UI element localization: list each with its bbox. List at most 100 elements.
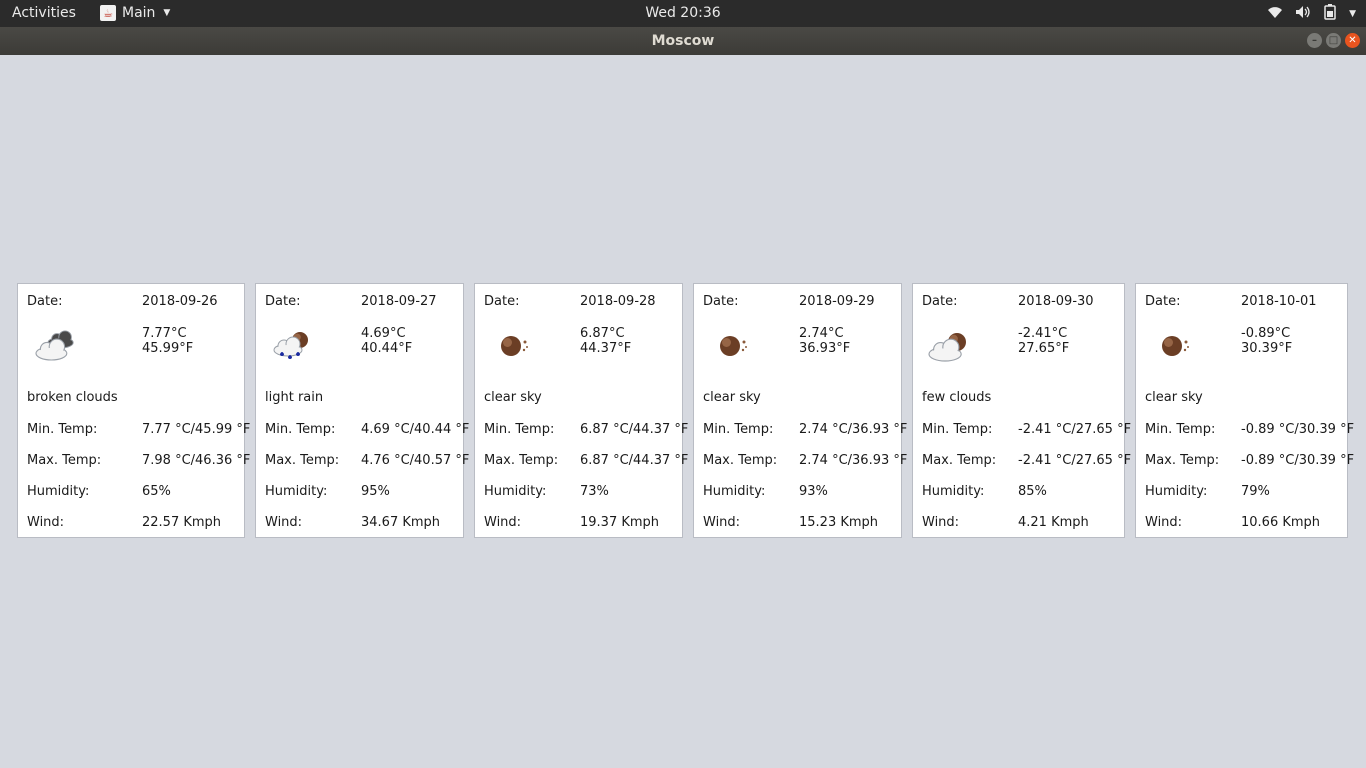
- max-temp-value: 7.98 °C/46.36 °F: [142, 453, 251, 468]
- activities-button[interactable]: Activities: [12, 5, 76, 21]
- date-value: 2018-09-30: [1018, 294, 1094, 309]
- minimize-button[interactable]: –: [1307, 33, 1322, 48]
- weather-description: clear sky: [1145, 390, 1203, 405]
- forecast-row-date: Date: 2018-09-28: [484, 294, 678, 310]
- date-value: 2018-09-28: [580, 294, 656, 309]
- forecast-row-max-temp: Max. Temp: 6.87 °C/44.37 °F: [484, 453, 688, 469]
- forecast-row-min-temp: Min. Temp: -0.89 °C/30.39 °F: [1145, 422, 1354, 438]
- broken-clouds-icon: [32, 326, 80, 364]
- clock[interactable]: Wed 20:36: [0, 5, 1366, 21]
- wind-label: Wind:: [484, 515, 522, 530]
- temperature-fahrenheit: 44.37°F: [580, 341, 632, 356]
- min-temp-label: Min. Temp:: [922, 422, 993, 437]
- temperature-celsius: -2.41°C: [1018, 326, 1068, 341]
- date-value: 2018-09-27: [361, 294, 437, 309]
- forecast-row-humidity: Humidity: 95%: [265, 484, 459, 500]
- current-temperature: -2.41°C 27.65°F: [1018, 326, 1069, 356]
- forecast-card: Date: 2018-09-26 Min. Temp: 7.77 °C/45.99 °…: [17, 283, 250, 538]
- wind-label: Wind:: [265, 515, 303, 530]
- forecast-row-max-temp: Max. Temp: 7.98 °C/46.36 °F: [27, 453, 250, 469]
- max-temp-value: 6.87 °C/44.37 °F: [580, 453, 689, 468]
- max-temp-label: Max. Temp:: [265, 453, 340, 468]
- wind-label: Wind:: [27, 515, 65, 530]
- forecast-card: Date: 2018-09-29 Min. Temp: 2.74 °C/36.93 °…: [693, 283, 907, 538]
- humidity-value: 85%: [1018, 484, 1047, 499]
- volume-icon: [1295, 5, 1311, 23]
- current-temperature: 6.87°C 44.37°F: [580, 326, 631, 356]
- current-temperature: -0.89°C 30.39°F: [1241, 326, 1292, 356]
- max-temp-value: -0.89 °C/30.39 °F: [1241, 453, 1355, 468]
- forecast-row-min-temp: Min. Temp: 4.69 °C/40.44 °F: [265, 422, 469, 438]
- forecast-row-date: Date: 2018-09-29: [703, 294, 897, 310]
- min-temp-label: Min. Temp:: [484, 422, 555, 437]
- forecast-row-date: Date: 2018-10-01: [1145, 294, 1343, 310]
- max-temp-label: Max. Temp:: [484, 453, 559, 468]
- min-temp-value: -0.89 °C/30.39 °F: [1241, 422, 1355, 437]
- weather-description: broken clouds: [27, 390, 118, 405]
- wind-value: 15.23 Kmph: [799, 515, 879, 530]
- java-app-icon: ☕: [100, 5, 116, 21]
- temperature-fahrenheit: 36.93°F: [799, 341, 851, 356]
- max-temp-label: Max. Temp:: [703, 453, 778, 468]
- window-title-bar[interactable]: Moscow – □ ✕: [0, 27, 1366, 55]
- forecast-row-date: Date: 2018-09-26: [27, 294, 240, 310]
- wifi-icon: [1267, 5, 1283, 23]
- humidity-label: Humidity:: [27, 484, 90, 499]
- min-temp-value: 4.69 °C/40.44 °F: [361, 422, 470, 437]
- system-menu-chevron-icon: ▼: [1349, 9, 1356, 19]
- temperature-celsius: 6.87°C: [580, 326, 625, 341]
- app-menu[interactable]: ☕ Main ▼: [100, 5, 170, 21]
- forecast-card: Date: 2018-09-30 Min. Temp: -2.41 °C/27.65 …: [912, 283, 1131, 538]
- max-temp-label: Max. Temp:: [27, 453, 102, 468]
- forecast-row-humidity: Humidity: 93%: [703, 484, 897, 500]
- humidity-value: 79%: [1241, 484, 1270, 499]
- forecast-card: Date: 2018-10-01 Min. Temp: -0.89 °C/30.39 …: [1135, 283, 1354, 538]
- wind-value: 19.37 Kmph: [580, 515, 660, 530]
- min-temp-label: Min. Temp:: [703, 422, 774, 437]
- window-title: Moscow: [651, 33, 715, 49]
- date-label: Date:: [484, 294, 520, 309]
- few-clouds-night-icon: [927, 326, 975, 364]
- wind-label: Wind:: [922, 515, 960, 530]
- humidity-label: Humidity:: [922, 484, 985, 499]
- humidity-label: Humidity:: [703, 484, 766, 499]
- humidity-value: 65%: [142, 484, 171, 499]
- min-temp-label: Min. Temp:: [27, 422, 98, 437]
- forecast-row-wind: Wind: 10.66 Kmph: [1145, 515, 1343, 531]
- forecast-row-humidity: Humidity: 79%: [1145, 484, 1343, 500]
- wind-value: 4.21 Kmph: [1018, 515, 1089, 530]
- temperature-celsius: 2.74°C: [799, 326, 844, 341]
- current-temperature: 7.77°C 45.99°F: [142, 326, 193, 356]
- humidity-label: Humidity:: [484, 484, 547, 499]
- humidity-value: 93%: [799, 484, 828, 499]
- date-label: Date:: [1145, 294, 1181, 309]
- close-button[interactable]: ✕: [1345, 33, 1360, 48]
- wind-label: Wind:: [703, 515, 741, 530]
- forecast-row-humidity: Humidity: 65%: [27, 484, 240, 500]
- system-tray[interactable]: ▼: [1267, 4, 1356, 24]
- forecast-row-min-temp: Min. Temp: 7.77 °C/45.99 °F: [27, 422, 250, 438]
- forecast-row-wind: Wind: 34.67 Kmph: [265, 515, 459, 531]
- weather-description: clear sky: [484, 390, 542, 405]
- date-value: 2018-10-01: [1241, 294, 1317, 309]
- forecast-row-min-temp: Min. Temp: 6.87 °C/44.37 °F: [484, 422, 688, 438]
- forecast-card: Date: 2018-09-27 Min. Temp: 4.69 °C/40.44 °…: [255, 283, 469, 538]
- max-temp-label: Max. Temp:: [922, 453, 997, 468]
- min-temp-label: Min. Temp:: [265, 422, 336, 437]
- forecast-row-max-temp: Max. Temp: -0.89 °C/30.39 °F: [1145, 453, 1354, 469]
- max-temp-value: -2.41 °C/27.65 °F: [1018, 453, 1132, 468]
- temperature-celsius: -0.89°C: [1241, 326, 1291, 341]
- wind-label: Wind:: [1145, 515, 1183, 530]
- clear-night-icon: [708, 326, 756, 364]
- date-label: Date:: [27, 294, 63, 309]
- forecast-panel: Date: 2018-09-26 Min. Temp: 7.77 °C/45.99 °…: [0, 283, 1366, 538]
- forecast-row-min-temp: Min. Temp: -2.41 °C/27.65 °F: [922, 422, 1131, 438]
- maximize-button[interactable]: □: [1326, 33, 1341, 48]
- temperature-fahrenheit: 45.99°F: [142, 341, 194, 356]
- max-temp-value: 2.74 °C/36.93 °F: [799, 453, 908, 468]
- humidity-value: 73%: [580, 484, 609, 499]
- current-temperature: 2.74°C 36.93°F: [799, 326, 850, 356]
- forecast-row-humidity: Humidity: 85%: [922, 484, 1120, 500]
- weather-description: light rain: [265, 390, 324, 405]
- forecast-row-wind: Wind: 19.37 Kmph: [484, 515, 678, 531]
